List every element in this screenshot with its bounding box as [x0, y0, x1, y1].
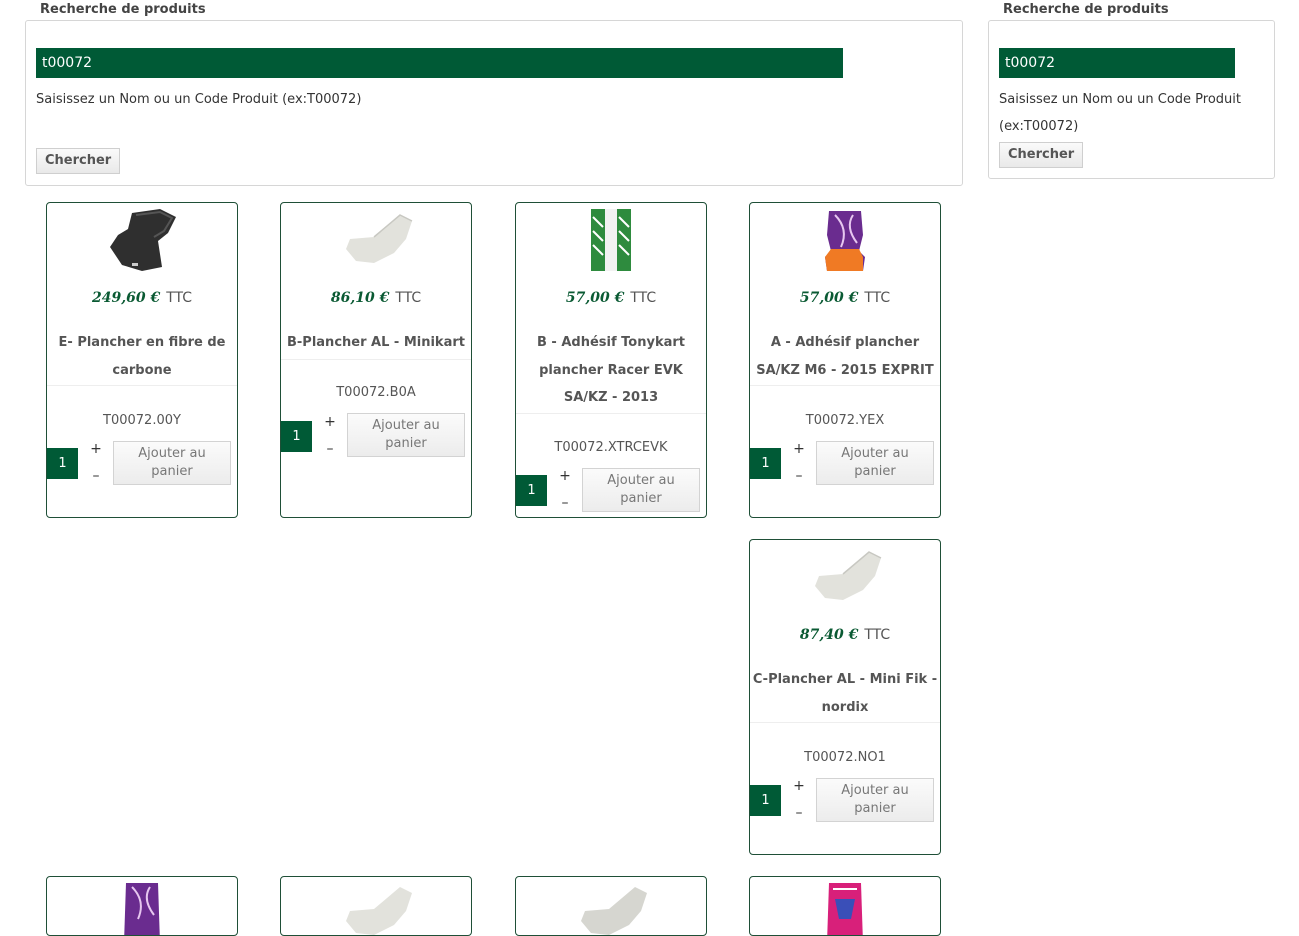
- price-row: 249,60 € TTC: [47, 287, 237, 309]
- add-to-cart-label-1: Ajouter au: [841, 783, 909, 798]
- purple-sticker-thumbnail[interactable]: [102, 879, 182, 936]
- product-name[interactable]: A - Adhésif plancher SA/KZ M6 - 2015 EXP…: [750, 329, 940, 384]
- quantity-plus-button[interactable]: +: [793, 441, 805, 457]
- search-hint: Saisissez un Nom ou un Code Produit (ex:…: [36, 92, 362, 107]
- add-to-cart-button[interactable]: Ajouter au panier: [816, 441, 934, 485]
- side-search-hint-line1: Saisissez un Nom ou un Code Produit: [999, 92, 1241, 107]
- product-card: 57,00 € TTC B - Adhésif Tonykart plancher…: [515, 202, 707, 518]
- side-search-hint-line2: (ex:T00072): [999, 119, 1079, 134]
- add-to-cart-label-1: Ajouter au: [841, 446, 909, 461]
- price-row: 86,10 € TTC: [281, 287, 471, 309]
- quantity-minus-button[interactable]: –: [793, 468, 805, 484]
- product-card: 86,10 € TTC B-Plancher AL - Minikart T000…: [280, 202, 472, 518]
- quantity-minus-button[interactable]: –: [324, 441, 336, 457]
- add-to-cart-label-1: Ajouter au: [607, 473, 675, 488]
- aluminium-floor-tray-thumbnail[interactable]: [336, 207, 416, 273]
- product-card-partial: [46, 876, 238, 936]
- search-button[interactable]: Chercher: [36, 148, 121, 174]
- product-name[interactable]: B-Plancher AL - Minikart: [281, 329, 471, 357]
- product-price: 87,40 €: [799, 627, 859, 643]
- product-price: 249,60 €: [91, 290, 161, 306]
- quantity-field[interactable]: 1: [750, 448, 781, 479]
- pink-blue-sticker-thumbnail[interactable]: [805, 879, 885, 936]
- aluminium-floor-tray-thumbnail[interactable]: [805, 544, 885, 610]
- ttc-label: TTC: [166, 290, 192, 306]
- add-to-cart-button[interactable]: Ajouter au panier: [816, 778, 934, 822]
- side-search-panel-title: Recherche de produits: [999, 1, 1173, 19]
- add-to-cart-label-2: panier: [151, 464, 193, 479]
- product-card-partial: [280, 876, 472, 936]
- product-name[interactable]: E- Plancher en fibre de carbone: [47, 329, 237, 384]
- ttc-label: TTC: [864, 290, 891, 306]
- purple-orange-sticker-thumbnail[interactable]: [805, 207, 885, 273]
- add-to-cart-button[interactable]: Ajouter au panier: [582, 468, 700, 512]
- add-to-cart-label-1: Ajouter au: [372, 418, 440, 433]
- product-card-partial: [515, 876, 707, 936]
- product-card: 87,40 € TTC C-Plancher AL - Mini Fik - no…: [749, 539, 941, 855]
- product-name[interactable]: C-Plancher AL - Mini Fik - nordix: [750, 666, 940, 721]
- price-row: 57,00 € TTC: [516, 287, 706, 309]
- add-to-cart-button[interactable]: Ajouter au panier: [347, 413, 465, 457]
- divider: [750, 722, 940, 723]
- search-panel-title: Recherche de produits: [36, 1, 210, 19]
- product-card: 249,60 € TTC E- Plancher en fibre de carb…: [46, 202, 238, 518]
- ttc-label: TTC: [395, 290, 422, 306]
- product-code: T00072.00Y: [103, 413, 181, 428]
- quantity-plus-button[interactable]: +: [324, 414, 336, 430]
- search-input[interactable]: [36, 48, 843, 78]
- add-to-cart-label-2: panier: [620, 491, 662, 506]
- product-code: T00072.NO1: [804, 750, 886, 765]
- add-to-cart-label-2: panier: [385, 436, 427, 451]
- ttc-label: TTC: [630, 290, 657, 306]
- add-to-cart-button[interactable]: Ajouter au panier: [113, 441, 231, 485]
- side-search-button[interactable]: Chercher: [999, 142, 1084, 168]
- ttc-label: TTC: [864, 627, 891, 643]
- product-price: 86,10 €: [330, 290, 390, 306]
- quantity-field[interactable]: 1: [281, 421, 312, 452]
- quantity-plus-button[interactable]: +: [793, 778, 805, 794]
- product-price: 57,00 €: [565, 290, 625, 306]
- add-to-cart-label-2: panier: [854, 464, 896, 479]
- product-code: T00072.B0A: [336, 385, 416, 400]
- quantity-plus-button[interactable]: +: [559, 468, 571, 484]
- quantity-minus-button[interactable]: –: [793, 805, 805, 821]
- product-name[interactable]: B - Adhésif Tonykart plancher Racer EVK …: [516, 329, 706, 412]
- product-card-partial: [749, 876, 941, 936]
- divider: [281, 359, 471, 360]
- quantity-plus-button[interactable]: +: [90, 441, 102, 457]
- side-search-hint: Saisissez un Nom ou un Code Produit (ex:…: [999, 86, 1241, 140]
- black-floor-tray-thumbnail[interactable]: [102, 207, 182, 273]
- quantity-minus-button[interactable]: –: [90, 468, 102, 484]
- product-code: T00072.XTRCEVK: [554, 440, 668, 455]
- product-code: T00072.YEX: [805, 413, 885, 428]
- add-to-cart-label-2: panier: [854, 801, 896, 816]
- side-search-input[interactable]: [999, 48, 1235, 78]
- price-row: 57,00 € TTC: [750, 287, 940, 309]
- product-card: 57,00 € TTC A - Adhésif plancher SA/KZ M6…: [749, 202, 941, 518]
- quantity-minus-button[interactable]: –: [559, 495, 571, 511]
- quantity-field[interactable]: 1: [750, 785, 781, 816]
- divider: [516, 413, 706, 414]
- divider: [750, 385, 940, 386]
- aluminium-floor-tray-thumbnail[interactable]: [336, 879, 416, 936]
- quantity-field[interactable]: 1: [516, 475, 547, 506]
- divider: [47, 385, 237, 386]
- price-row: 87,40 € TTC: [750, 624, 940, 646]
- aluminium-floor-tray-thumbnail[interactable]: [571, 879, 651, 936]
- quantity-field[interactable]: 1: [47, 448, 78, 479]
- add-to-cart-label-1: Ajouter au: [138, 446, 206, 461]
- product-price: 57,00 €: [799, 290, 859, 306]
- green-sticker-thumbnail[interactable]: [571, 207, 651, 273]
